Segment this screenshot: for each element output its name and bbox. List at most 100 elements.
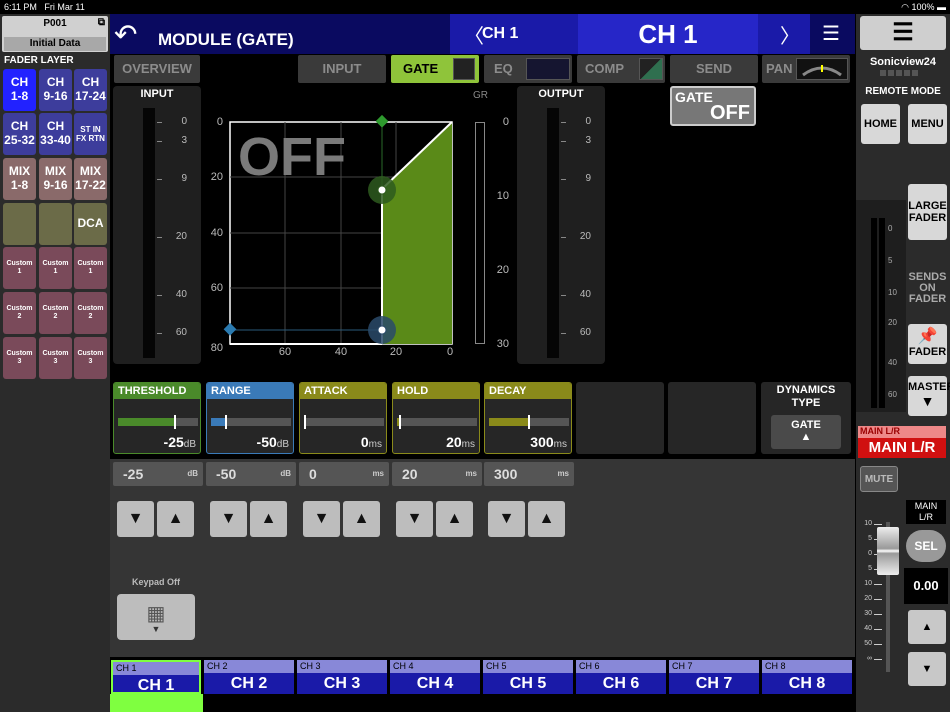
scene-display[interactable]: P001 ⧉ Initial Data — [2, 16, 108, 52]
value-field[interactable]: -25 dB — [113, 462, 203, 486]
channel-button-5[interactable]: CH 5 CH 5 — [483, 660, 573, 694]
tab-send[interactable]: SEND — [670, 55, 758, 83]
gate-off-overlay: OFF — [238, 127, 346, 187]
fader-layer-button[interactable]: CH 33-40 — [39, 113, 72, 155]
fader-layer-button[interactable]: CH 17-24 — [74, 69, 107, 111]
fader-pin-button[interactable]: 📌 FADER — [908, 324, 947, 364]
channel-name[interactable]: CH 1 — [578, 14, 758, 54]
channel-button-2[interactable]: CH 2 CH 2 — [204, 660, 294, 694]
external-link-icon[interactable]: ⧉ — [98, 17, 105, 28]
fader-layer-button[interactable]: MIX 1-8 — [3, 158, 36, 200]
master-button[interactable]: MASTER ▼ — [908, 376, 950, 416]
channel-button-4[interactable]: CH 4 CH 4 — [390, 660, 480, 694]
fader-layer-button[interactable]: DCA — [74, 203, 107, 245]
fader-layer-button-line2: 1 — [53, 268, 58, 275]
param-tile-attack[interactable]: ATTACK 0ms — [299, 382, 387, 454]
decrement-button[interactable]: ▼ — [303, 501, 340, 537]
value-field-unit: ms — [465, 469, 477, 478]
fader-layer-button[interactable]: MIX 17-22 — [74, 158, 107, 200]
gate-onoff-button[interactable]: GATE OFF — [670, 86, 756, 126]
fader-layer-button-line1: CH — [81, 75, 100, 90]
value-field[interactable]: -50 dB — [206, 462, 296, 486]
tab-comp[interactable]: COMP — [577, 55, 665, 83]
tab-eq[interactable]: EQ — [484, 55, 572, 83]
value-field[interactable]: 300 ms — [484, 462, 574, 486]
fader-layer-button[interactable]: CH 1-8 — [3, 69, 36, 111]
tab-input[interactable]: INPUT — [298, 55, 386, 83]
increment-button[interactable]: ▲ — [436, 501, 473, 537]
fader-down-button[interactable]: ▼ — [908, 652, 946, 686]
fader-layer-button-line1: MIX — [44, 164, 67, 179]
value-field[interactable]: 20 ms — [392, 462, 482, 486]
fader-layer-button[interactable]: Custom 1 — [3, 247, 36, 289]
fader-layer-button[interactable]: Custom 2 — [74, 292, 107, 334]
channel-button-7[interactable]: CH 7 CH 7 — [669, 660, 759, 694]
fader-layer-button[interactable]: Custom 2 — [39, 292, 72, 334]
channel-button-top: CH 3 — [297, 660, 387, 673]
value-field[interactable]: 0 ms — [299, 462, 389, 486]
increment-button[interactable]: ▲ — [250, 501, 287, 537]
back-icon[interactable]: ↶ — [114, 18, 150, 50]
mute-button[interactable]: MUTE — [860, 466, 898, 492]
fader-layer-button[interactable]: MIX 9-16 — [39, 158, 72, 200]
input-meter-panel: INPUT 0 3 9 20 40 60 — [113, 86, 201, 364]
master-meter-r — [879, 218, 885, 408]
fader-layer-button[interactable]: Custom 3 — [39, 337, 72, 379]
fader-layer-button[interactable] — [39, 203, 72, 245]
fader-layer-button[interactable]: CH 9-16 — [39, 69, 72, 111]
fader-knob[interactable] — [877, 527, 899, 575]
param-tile-hold[interactable]: HOLD 20ms — [392, 382, 480, 454]
fader-layer-button[interactable]: Custom 3 — [3, 337, 36, 379]
keypad-button[interactable]: ▦ ▼ — [117, 594, 195, 640]
gate-graph[interactable]: OFF 0 20 40 60 80 60 40 20 0 GR 0 10 20 30 — [205, 86, 515, 366]
page-title: MODULE (GATE) — [158, 30, 294, 49]
hamburger-menu-icon[interactable]: ☰ — [815, 18, 847, 50]
decrement-button[interactable]: ▼ — [210, 501, 247, 537]
dynamics-type-button[interactable]: GATE ▲ — [771, 415, 841, 449]
fader-layer-button-line1: Custom — [42, 259, 69, 267]
tab-gate[interactable]: GATE — [391, 55, 479, 83]
param-tile-threshold[interactable]: THRESHOLD -25dB — [113, 382, 201, 454]
tab-overview[interactable]: OVERVIEW — [114, 55, 200, 83]
main-menu-button[interactable]: ☰ — [860, 16, 946, 50]
tab-pan[interactable]: PAN — [762, 55, 850, 83]
fader-layer-button[interactable]: Custom 1 — [74, 247, 107, 289]
fader-scale-label: 30 — [864, 610, 872, 617]
decrement-button[interactable]: ▼ — [117, 501, 154, 537]
increment-button[interactable]: ▲ — [157, 501, 194, 537]
param-label: RANGE — [207, 383, 293, 399]
param-tile-range[interactable]: RANGE -50dB — [206, 382, 294, 454]
fader-layer-button-line2: 33-40 — [40, 133, 71, 147]
home-button[interactable]: HOME — [861, 104, 900, 144]
channel-button-8[interactable]: CH 8 CH 8 — [762, 660, 852, 694]
channel-button-1[interactable]: CH 1 CH 1 — [111, 660, 201, 694]
fader-layer-button-line1: CH — [46, 75, 65, 90]
decrement-button[interactable]: ▼ — [396, 501, 433, 537]
menu-button[interactable]: MENU — [908, 104, 947, 144]
fader-layer-button[interactable]: Custom 1 — [39, 247, 72, 289]
sel-button[interactable]: SEL — [906, 530, 946, 562]
fader-layer-button[interactable]: CH 25-32 — [3, 113, 36, 155]
fader-layer-button[interactable] — [3, 203, 36, 245]
fader-layer-button[interactable]: Custom 3 — [74, 337, 107, 379]
fader-layer-button[interactable]: Custom 2 — [3, 292, 36, 334]
channel-button-3[interactable]: CH 3 CH 3 — [297, 660, 387, 694]
decrement-button[interactable]: ▼ — [488, 501, 525, 537]
fader-layer-button-line1: MIX — [79, 164, 102, 179]
fader-up-button[interactable]: ▲ — [908, 610, 946, 644]
large-fader-button[interactable]: LARGE FADER — [908, 184, 947, 240]
increment-button[interactable]: ▲ — [343, 501, 380, 537]
master-fader[interactable]: 10 5 0 5 10 20 30 40 50 ∞ — [856, 514, 904, 672]
param-value-number: -25 — [163, 434, 184, 450]
param-tile-decay[interactable]: DECAY 300ms — [484, 382, 572, 454]
next-channel-icon[interactable]: 〉 — [780, 20, 800, 49]
channel-button-name: CH 5 — [509, 675, 547, 692]
sends-on-fader-button[interactable]: SENDS ON FADER — [908, 272, 947, 312]
fader-layer-button[interactable]: ST IN FX RTN — [74, 113, 107, 155]
param-unit: dB — [276, 439, 289, 450]
master-meter-l — [871, 218, 877, 408]
param-unit: dB — [183, 439, 196, 450]
increment-button[interactable]: ▲ — [528, 501, 565, 537]
channel-button-6[interactable]: CH 6 CH 6 — [576, 660, 666, 694]
prev-channel-icon[interactable]: 〈 — [464, 20, 484, 49]
